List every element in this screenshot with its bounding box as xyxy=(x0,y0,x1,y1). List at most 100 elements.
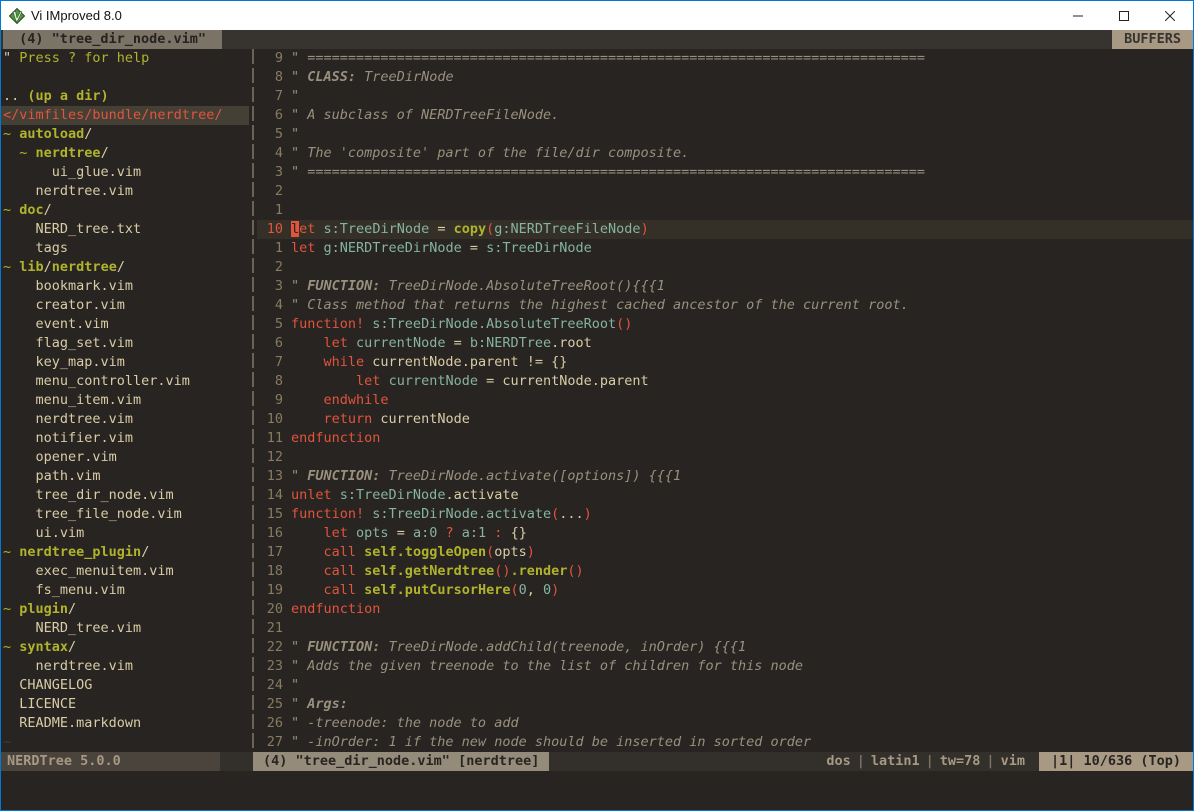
editor-line[interactable]: 14unlet s:TreeDirNode.activate xyxy=(257,486,1193,505)
tree-node[interactable]: ~ nerdtree/ xyxy=(1,144,249,163)
tree-node[interactable]: path.vim xyxy=(1,467,249,486)
editor-line[interactable]: 4" Class method that returns the highest… xyxy=(257,296,1193,315)
tree-node[interactable]: ~ lib/nerdtree/ xyxy=(1,258,249,277)
line-number: 23 xyxy=(257,657,283,676)
maximize-button[interactable] xyxy=(1101,1,1147,30)
editor-line[interactable]: 16 let opts = a:0 ? a:1 : {} xyxy=(257,524,1193,543)
editor-line[interactable]: 1 xyxy=(257,201,1193,220)
line-text xyxy=(291,182,1193,201)
code-editor[interactable]: 9" =====================================… xyxy=(257,49,1193,752)
editor-line[interactable]: 3" FUNCTION: TreeDirNode.AbsoluteTreeRoo… xyxy=(257,277,1193,296)
editor-line[interactable]: 27" -inOrder: 1 if the new node should b… xyxy=(257,733,1193,752)
tree-node[interactable]: key_map.vim xyxy=(1,353,249,372)
editor-line[interactable]: 24" xyxy=(257,676,1193,695)
tree-node[interactable]: tree_file_node.vim xyxy=(1,505,249,524)
tree-node[interactable]: nerdtree.vim xyxy=(1,410,249,429)
line-number: 13 xyxy=(257,467,283,486)
text-segment: et xyxy=(299,221,315,237)
tree-node[interactable]: exec_menuitem.vim xyxy=(1,562,249,581)
line-text: " A subclass of NERDTreeFileNode. xyxy=(291,106,1193,125)
editor-line[interactable]: 22" FUNCTION: TreeDirNode.addChild(treen… xyxy=(257,638,1193,657)
text-segment: function! xyxy=(291,316,364,332)
tree-node[interactable]: nerdtree.vim xyxy=(1,182,249,201)
editor-line[interactable]: 21 xyxy=(257,619,1193,638)
tree-node[interactable]: event.vim xyxy=(1,315,249,334)
line-text: let opts = a:0 ? a:1 : {} xyxy=(291,524,1193,543)
editor-line[interactable]: 3" =====================================… xyxy=(257,163,1193,182)
tree-node[interactable]: flag_set.vim xyxy=(1,334,249,353)
tree-root-path[interactable]: </vimfiles/bundle/nerdtree/ xyxy=(1,106,249,125)
editor-line[interactable]: 1let g:NERDTreeDirNode = s:TreeDirNode xyxy=(257,239,1193,258)
editor-line[interactable]: 4" The 'composite' part of the file/dir … xyxy=(257,144,1193,163)
command-line[interactable] xyxy=(1,771,1193,810)
tree-node[interactable]: menu_controller.vim xyxy=(1,372,249,391)
close-button[interactable] xyxy=(1147,1,1193,30)
editor-line[interactable]: 20endfunction xyxy=(257,600,1193,619)
editor-line[interactable]: 26" -treenode: the node to add xyxy=(257,714,1193,733)
editor-line[interactable]: 17 call self.toggleOpen(opts) xyxy=(257,543,1193,562)
tree-node[interactable]: opener.vim xyxy=(1,448,249,467)
editor-line[interactable]: 7 while currentNode.parent != {} xyxy=(257,353,1193,372)
tree-node[interactable]: NERD_tree.txt xyxy=(1,220,249,239)
tree-node[interactable]: ~ xyxy=(1,733,249,752)
line-text: call self.toggleOpen(opts) xyxy=(291,543,1193,562)
line-number: 2 xyxy=(257,182,283,201)
editor-line[interactable]: 2 xyxy=(257,182,1193,201)
tree-node[interactable]: ~ plugin/ xyxy=(1,600,249,619)
statusline-separator: | xyxy=(980,753,1000,769)
editor-line[interactable]: 5" xyxy=(257,125,1193,144)
title-bar[interactable]: Vi IMproved 8.0 xyxy=(1,1,1193,30)
line-text: " xyxy=(291,676,1193,695)
tree-node[interactable]: ~ autoload/ xyxy=(1,125,249,144)
editor-line[interactable]: 6" A subclass of NERDTreeFileNode. xyxy=(257,106,1193,125)
editor-line[interactable]: 19 call self.putCursorHere(0, 0) xyxy=(257,581,1193,600)
editor-line[interactable]: 13" FUNCTION: TreeDirNode.activate([opti… xyxy=(257,467,1193,486)
tree-node[interactable]: ~ syntax/ xyxy=(1,638,249,657)
text-segment xyxy=(291,582,324,598)
file-info-item: vim xyxy=(1001,753,1025,769)
editor-line[interactable]: 8" CLASS: TreeDirNode xyxy=(257,68,1193,87)
editor-line[interactable]: 6 let currentNode = b:NERDTree.root xyxy=(257,334,1193,353)
minimize-button[interactable] xyxy=(1055,1,1101,30)
buffer-tab-active[interactable]: (4) "tree_dir_node.vim" xyxy=(3,30,222,49)
text-segment: TreeDirNode.activate([options]) {{{1 xyxy=(380,468,681,484)
tree-node[interactable]: CHANGELOG xyxy=(1,676,249,695)
editor-line[interactable]: 11endfunction xyxy=(257,429,1193,448)
editor-line[interactable]: 25" Args: xyxy=(257,695,1193,714)
tree-node[interactable]: ~ doc/ xyxy=(1,201,249,220)
tree-node[interactable]: " Press ? for help xyxy=(1,49,249,68)
tree-node[interactable]: README.markdown xyxy=(1,714,249,733)
editor-line[interactable]: 15function! s:TreeDirNode.activate(...) xyxy=(257,505,1193,524)
tree-node[interactable]: LICENCE xyxy=(1,695,249,714)
editor-line[interactable]: 8 let currentNode = currentNode.parent xyxy=(257,372,1193,391)
tree-node[interactable]: menu_item.vim xyxy=(1,391,249,410)
tree-node[interactable]: fs_menu.vim xyxy=(1,581,249,600)
tree-node[interactable]: ui.vim xyxy=(1,524,249,543)
vertical-split-separator[interactable] xyxy=(249,49,257,752)
editor-line[interactable]: 2 xyxy=(257,258,1193,277)
editor-line[interactable]: 10 return currentNode xyxy=(257,410,1193,429)
tree-node[interactable]: nerdtree.vim xyxy=(1,657,249,676)
editor-line[interactable]: 12 xyxy=(257,448,1193,467)
text-segment xyxy=(291,411,324,427)
tree-node[interactable]: creator.vim xyxy=(1,296,249,315)
tree-node[interactable]: NERD_tree.vim xyxy=(1,619,249,638)
nerdtree-sidebar[interactable]: " Press ? for help .. (up a dir)</vimfile… xyxy=(1,49,249,752)
file-info-item: latin1 xyxy=(871,753,920,769)
editor-line[interactable]: 5function! s:TreeDirNode.AbsoluteTreeRoo… xyxy=(257,315,1193,334)
tree-node[interactable]: bookmark.vim xyxy=(1,277,249,296)
tree-node[interactable]: tree_dir_node.vim xyxy=(1,486,249,505)
editor-line[interactable]: 7" xyxy=(257,87,1193,106)
editor-line[interactable]: 18 call self.getNerdtree().render() xyxy=(257,562,1193,581)
tree-node[interactable]: tags xyxy=(1,239,249,258)
tree-node[interactable]: ui_glue.vim xyxy=(1,163,249,182)
nerdtree-statusline: NERDTree 5.0.0 xyxy=(1,752,220,771)
tree-node[interactable]: ~ nerdtree_plugin/ xyxy=(1,543,249,562)
editor-line[interactable]: 9 endwhile xyxy=(257,391,1193,410)
tree-node[interactable]: notifier.vim xyxy=(1,429,249,448)
editor-line[interactable]: 23" Adds the given treenode to the list … xyxy=(257,657,1193,676)
text-segment: function! xyxy=(291,506,364,522)
editor-line[interactable]: 9" =====================================… xyxy=(257,49,1193,68)
editor-cursor-line[interactable]: 10let s:TreeDirNode = copy(g:NERDTreeFil… xyxy=(257,220,1193,239)
tree-node[interactable]: .. (up a dir) xyxy=(1,87,249,106)
